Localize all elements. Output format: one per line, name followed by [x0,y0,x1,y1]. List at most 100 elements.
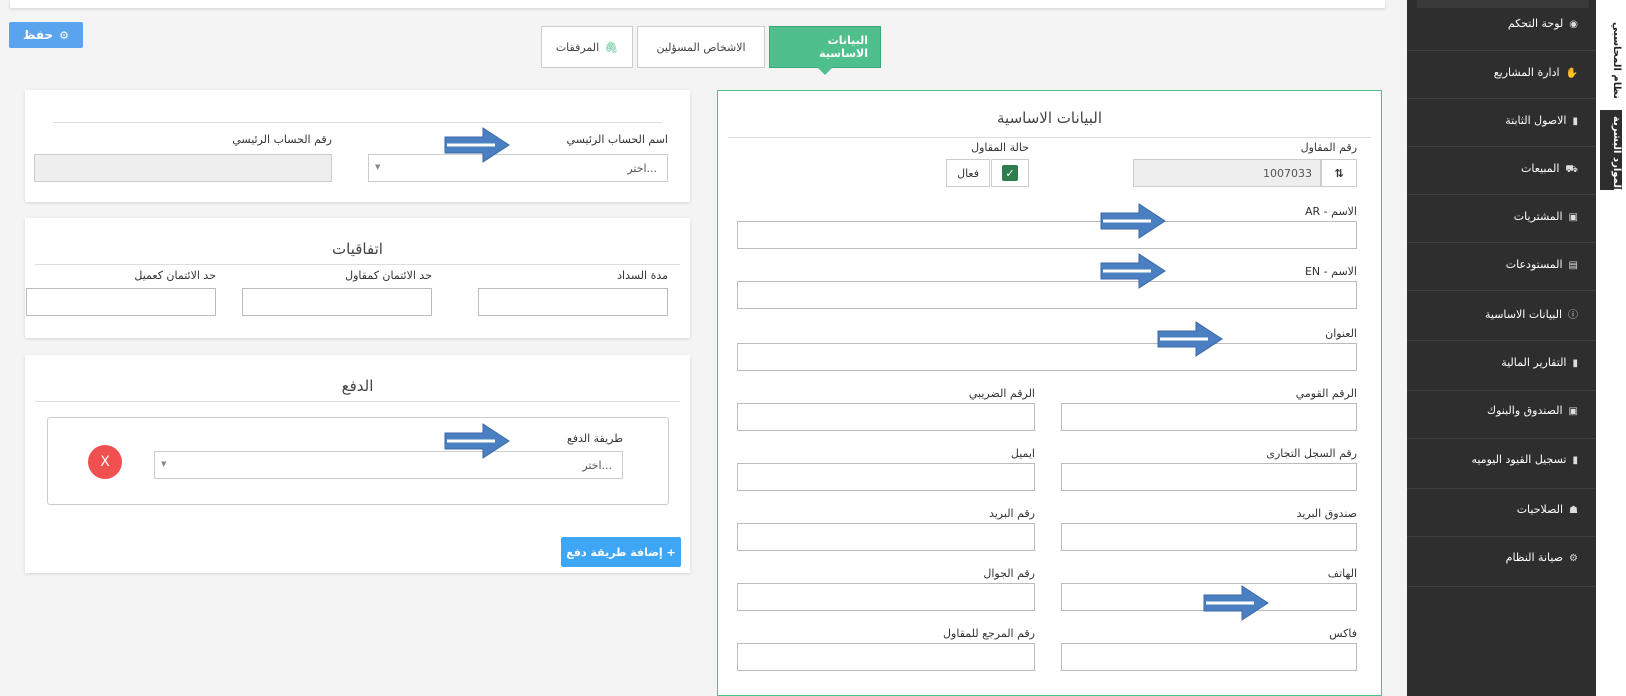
tab-responsible-persons[interactable]: الاشخاص المسؤلين [637,26,765,68]
sidebar-divider [1407,50,1596,51]
tax-no-label: الرقم الضريبي [968,387,1035,400]
sidebar-divider [1407,536,1596,537]
address-input[interactable] [737,343,1357,371]
mobile-input[interactable] [737,583,1035,611]
money-icon: ▣ [1568,212,1578,223]
money-icon: ▣ [1568,406,1578,417]
file-icon: ▮ [1572,455,1578,466]
sidebar-item-fixed-assets[interactable]: ▮ الاصول الثابتة [1389,114,1578,127]
sidebar-item-label: الصندوق والبنوك [1487,404,1563,417]
annotation-arrow [1100,203,1166,239]
save-button[interactable]: ⚙ حفظ [9,22,83,48]
module-tabs: نظام المحاسبي الموارد البشرية [1596,0,1626,696]
tab-attachments[interactable]: 🖇 المرفقات [541,26,633,68]
sidebar-search [1417,0,1589,8]
reference-input[interactable] [737,643,1035,671]
tab-bar: البيانات الاساسية الاشخاص المسؤلين 🖇 الم… [537,26,881,75]
annotation-arrow [444,423,510,459]
sidebar-item-financial-reports[interactable]: ▮ التقارير المالية [1389,356,1578,369]
sidebar-divider [1407,390,1596,391]
gear-icon: ⚙ [1569,553,1578,564]
sidebar-item-journal-entries[interactable]: ▮ تسجيل القيود اليوميه [1389,453,1578,466]
sort-icon[interactable]: ⇅ [1321,159,1357,187]
module-tab-hr[interactable]: الموارد البشرية [1600,110,1622,191]
tax-no-input[interactable] [737,403,1035,431]
main-account-select[interactable]: اختر... ▼ [368,154,668,182]
remove-payment-button[interactable]: X [88,445,122,479]
tab-label: البيانات الاساسية [819,34,868,60]
module-tab-accounting[interactable]: نظام المحاسبي [1600,18,1622,104]
tab-basic-data[interactable]: البيانات الاساسية [769,26,881,75]
credit-limit-client-label: حد الائتمان كعميل [134,269,216,282]
sidebar-item-label: التقارير المالية [1501,356,1567,369]
fax-input[interactable] [1061,643,1357,671]
sidebar-item-label: المبيعات [1520,162,1560,175]
sidebar-item-label: لوحة التحكم [1507,17,1564,30]
users-icon: ☗ [1569,505,1578,516]
main-account-name-label: اسم الحساب الرئيسي [566,133,668,146]
top-bar [10,0,1385,8]
contractor-no-value: 1007033 [1263,167,1312,180]
national-id-label: الرقم القومي [1295,387,1357,400]
file-icon: ▮ [1572,116,1578,127]
sidebar-item-label: صيانة النظام [1505,551,1564,564]
national-id-input[interactable] [1061,403,1357,431]
name-en-label: الاسم - EN [1304,265,1357,278]
sidebar-item-dashboard[interactable]: ◉ لوحة التحكم [1389,17,1578,30]
sidebar: ◉ لوحة التحكم ✋ ادارة المشاريع ▮ الاصول الث… [1407,0,1596,696]
annotation-arrow [444,127,510,163]
sidebar-item-sales[interactable]: ⛟ المبيعات [1389,162,1578,177]
name-ar-input[interactable] [737,221,1357,249]
email-input[interactable] [737,463,1035,491]
payment-period-input[interactable] [478,288,668,316]
fax-label: فاكس [1329,627,1357,640]
check-icon: ✓ [1002,165,1018,181]
commercial-reg-input[interactable] [1061,463,1357,491]
postal-code-input[interactable] [737,523,1035,551]
file-icon: ▮ [1572,358,1578,369]
payment-method-select[interactable]: اختر... ▼ [154,451,623,479]
annotation-arrow [1100,253,1166,289]
divider [53,122,662,123]
sidebar-divider [1407,98,1596,99]
sidebar-item-projects[interactable]: ✋ ادارة المشاريع [1389,66,1578,79]
email-label: ايميل [1010,447,1035,460]
sidebar-item-label: المستودعات [1505,258,1563,271]
panel-title: الدفع [341,377,374,395]
select-placeholder: اختر... [627,162,657,175]
add-payment-method-button[interactable]: + إضافة طريقة دفع [561,537,681,567]
sidebar-item-system-maintenance[interactable]: ⚙ صيانة النظام [1389,551,1578,564]
mobile-label: رقم الجوال [983,567,1035,580]
contractor-no-input[interactable]: 1007033 [1133,159,1321,187]
sidebar-item-cash-banks[interactable]: ▣ الصندوق والبنوك [1389,404,1578,417]
basic-data-panel: البيانات الاساسية رقم المقاول ⇅ 1007033 … [717,90,1382,696]
archive-icon: ▤ [1568,260,1578,271]
credit-limit-contractor-input[interactable] [242,288,432,316]
status-label: حالة المقاول [971,141,1029,154]
main-account-no-label: رقم الحساب الرئيسي [232,133,332,146]
sidebar-item-label: الصلاحيات [1516,503,1564,516]
credit-limit-client-input[interactable] [26,288,216,316]
status-checkbox[interactable]: ✓ [991,159,1029,187]
phone-label: الهاتف [1327,567,1357,580]
sidebar-divider [1407,586,1596,587]
sidebar-item-purchases[interactable]: ▣ المشتريات [1389,210,1578,223]
sidebar-divider [1407,340,1596,341]
tab-label: الاشخاص المسؤلين [656,40,746,54]
commercial-reg-label: رقم السجل التجارى [1266,447,1357,460]
truck-icon: ⛟ [1565,164,1578,175]
caret-icon: ▼ [375,163,381,171]
tab-label: المرفقات [555,40,600,54]
annotation-arrow [1157,321,1223,357]
sidebar-item-warehouses[interactable]: ▤ المستودعات [1389,258,1578,271]
reference-label: رقم المرجع للمقاول [943,627,1035,640]
po-box-input[interactable] [1061,523,1357,551]
sidebar-divider [1407,194,1596,195]
sidebar-item-basic-data[interactable]: ⓘ البيانات الاساسية [1389,306,1578,321]
address-label: العنوان [1325,327,1357,340]
payment-method-label: طريقة الدفع [566,432,623,445]
name-en-input[interactable] [737,281,1357,309]
sidebar-item-label: البيانات الاساسية [1485,308,1562,321]
status-value: فعال [946,159,990,187]
sidebar-item-permissions[interactable]: ☗ الصلاحيات [1389,503,1578,516]
